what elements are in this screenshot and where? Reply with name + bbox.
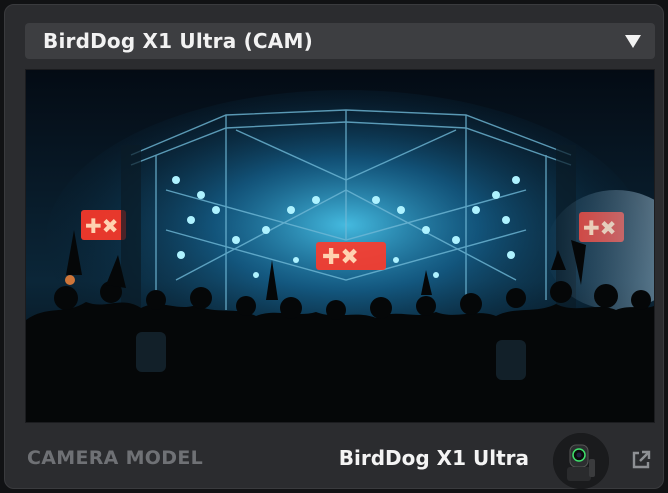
triangle-down-icon[interactable] (625, 34, 641, 48)
camera-preview: ✚✖ ✚✖ ✚✖ (25, 69, 655, 423)
camera-panel: BirdDog X1 Ultra (CAM) ✚✖ ✚✖ CAMERA MODE… (4, 4, 664, 489)
external-link-icon[interactable] (630, 449, 652, 471)
svg-text:✚✖: ✚✖ (85, 214, 119, 238)
svg-text:✚✖: ✚✖ (322, 245, 359, 270)
camera-source-label: BirdDog X1 Ultra (CAM) (43, 29, 313, 53)
camera-model-value: BirdDog X1 Ultra (338, 446, 529, 470)
camera-thumbnail (553, 433, 609, 489)
camera-source-dropdown[interactable]: BirdDog X1 Ultra (CAM) (25, 23, 655, 59)
camera-model-label: CAMERA MODEL (27, 447, 204, 469)
camera-info-footer: CAMERA MODEL BirdDog X1 Ultra (25, 430, 655, 490)
